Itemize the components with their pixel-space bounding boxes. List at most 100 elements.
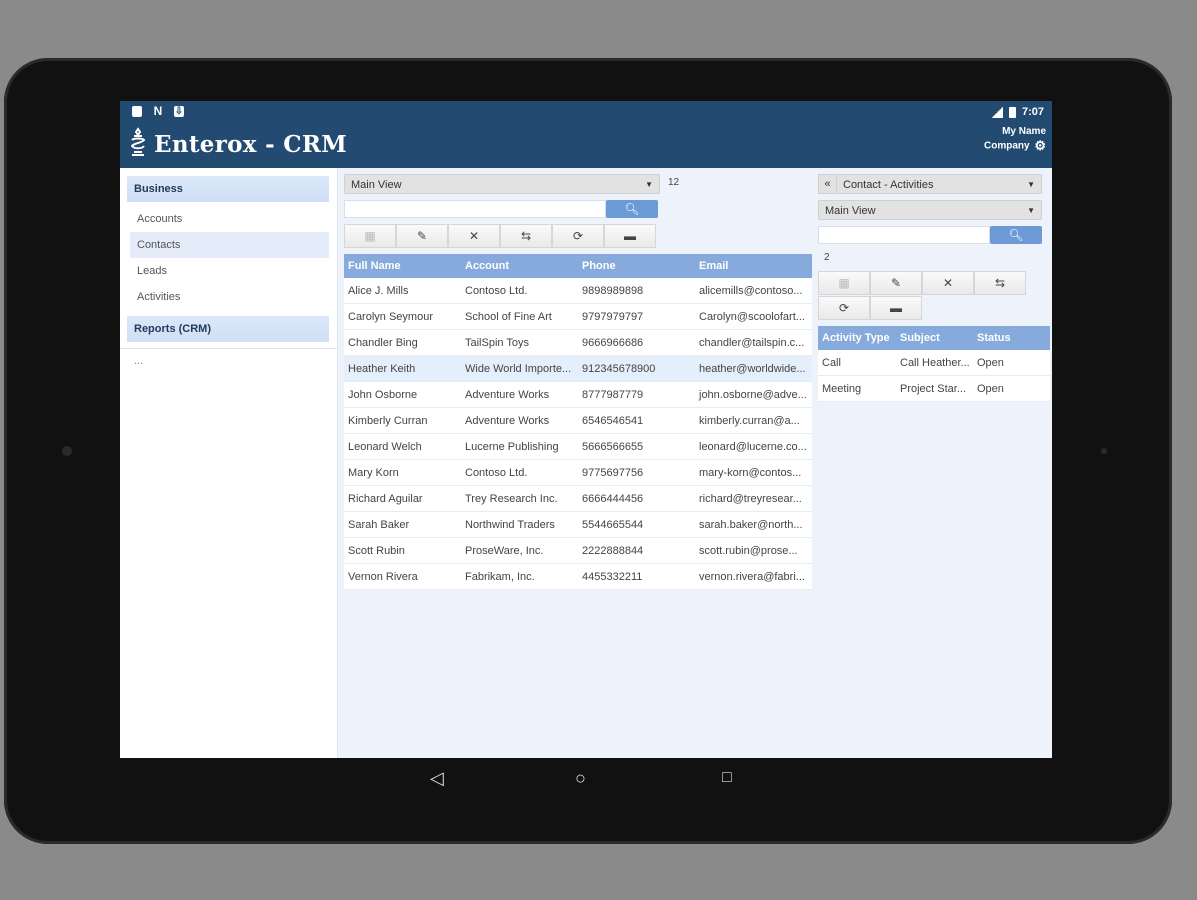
sidebar-item-accounts[interactable]: Accounts bbox=[130, 206, 329, 232]
activities-table: Activity Type Subject Status Call Call He… bbox=[818, 326, 1050, 402]
column-header-account[interactable]: Account bbox=[461, 254, 578, 278]
export-icon: ⇆ bbox=[520, 229, 532, 243]
cell-account: TailSpin Toys bbox=[461, 329, 578, 356]
cell-email: heather@worldwide... bbox=[695, 355, 812, 382]
activities-search-input[interactable] bbox=[818, 226, 990, 244]
table-row[interactable]: John Osborne Adventure Works 8777987779 joh… bbox=[344, 381, 812, 408]
entity-selector[interactable]: Contact - Activities ▼ bbox=[836, 174, 1042, 194]
table-row[interactable]: Meeting Project Star... Open bbox=[818, 375, 1050, 402]
cell-account: School of Fine Art bbox=[461, 303, 578, 330]
clock: 7:07 bbox=[1021, 106, 1044, 118]
cell-full-name: Carolyn Seymour bbox=[344, 303, 461, 330]
cell-phone: 9797979797 bbox=[578, 303, 695, 330]
cell-subject: Project Star... bbox=[896, 375, 973, 402]
home-icon[interactable]: ○ bbox=[575, 768, 586, 789]
sidebar-more[interactable]: ... bbox=[120, 349, 337, 367]
table-row[interactable]: Vernon Rivera Fabrikam, Inc. 4455332211 ver… bbox=[344, 563, 812, 590]
back-icon[interactable]: ◁ bbox=[430, 768, 444, 789]
cell-email: vernon.rivera@fabri... bbox=[695, 563, 812, 590]
cell-account: Adventure Works bbox=[461, 381, 578, 408]
table-row[interactable]: Alice J. Mills Contoso Ltd. 9898989898 alic… bbox=[344, 278, 812, 304]
activities-view-selector[interactable]: Main View ▼ bbox=[818, 200, 1042, 220]
cell-account: Lucerne Publishing bbox=[461, 433, 578, 460]
cell-phone: 5544665544 bbox=[578, 511, 695, 538]
new-icon: ▦ bbox=[838, 276, 850, 290]
delete-button[interactable]: ✕ bbox=[448, 224, 500, 248]
column-header-subject[interactable]: Subject bbox=[896, 326, 973, 350]
collapse-icon[interactable]: « bbox=[818, 174, 836, 194]
activities-new-button[interactable]: ▦ bbox=[818, 271, 870, 295]
more-button[interactable]: ▬ bbox=[604, 224, 656, 248]
activities-more-button[interactable]: ▬ bbox=[870, 296, 922, 320]
table-row[interactable]: Leonard Welch Lucerne Publishing 566656665… bbox=[344, 433, 812, 460]
cell-phone: 6546546541 bbox=[578, 407, 695, 434]
new-button[interactable]: ▦ bbox=[344, 224, 396, 248]
cell-account: Adventure Works bbox=[461, 407, 578, 434]
edit-icon: ✎ bbox=[416, 229, 428, 243]
table-header-row: Full Name Account Phone Email bbox=[344, 254, 812, 278]
sidebar-section-business[interactable]: Business bbox=[127, 176, 329, 202]
gear-icon[interactable]: ⚙ bbox=[1034, 139, 1046, 153]
column-header-full-name[interactable]: Full Name bbox=[344, 254, 461, 278]
search-button[interactable]: 🔍︎ bbox=[606, 200, 658, 218]
refresh-button[interactable]: ⟳ bbox=[552, 224, 604, 248]
column-header-email[interactable]: Email bbox=[695, 254, 812, 278]
cell-full-name: Vernon Rivera bbox=[344, 563, 461, 590]
cell-phone: 6666444456 bbox=[578, 485, 695, 512]
cell-email: john.osborne@adve... bbox=[695, 381, 812, 408]
view-selector[interactable]: Main View ▼ bbox=[344, 174, 660, 194]
table-row[interactable]: Mary Korn Contoso Ltd. 9775697756 mary-korn… bbox=[344, 459, 812, 486]
cell-activity-type: Meeting bbox=[818, 375, 896, 402]
table-row[interactable]: Richard Aguilar Trey Research Inc. 6666444… bbox=[344, 485, 812, 512]
cell-phone: 8777987779 bbox=[578, 381, 695, 408]
user-menu[interactable]: My Name Company ⚙ bbox=[984, 125, 1046, 154]
cell-account: ProseWare, Inc. bbox=[461, 537, 578, 564]
table-row[interactable]: Chandler Bing TailSpin Toys 9666966686 chan… bbox=[344, 329, 812, 356]
search-input[interactable] bbox=[344, 200, 606, 218]
activities-view-selector-value: Main View bbox=[825, 205, 876, 217]
cell-full-name: Heather Keith bbox=[344, 355, 461, 382]
android-nav-bar: ◁ ○ □ bbox=[120, 758, 1052, 803]
table-row[interactable]: Call Call Heather... Open bbox=[818, 350, 1050, 376]
cell-full-name: Chandler Bing bbox=[344, 329, 461, 356]
cell-email: alicemills@contoso... bbox=[695, 278, 812, 304]
column-header-status[interactable]: Status bbox=[973, 326, 1050, 350]
activities-export-button[interactable]: ⇆ bbox=[974, 271, 1026, 295]
table-row[interactable]: Scott Rubin ProseWare, Inc. 2222888844 scot… bbox=[344, 537, 812, 564]
sidebar-item-leads[interactable]: Leads bbox=[130, 258, 329, 284]
table-row[interactable]: Kimberly Curran Adventure Works 6546546541… bbox=[344, 407, 812, 434]
chevron-down-icon: ▼ bbox=[645, 180, 653, 189]
delete-icon: ✕ bbox=[468, 229, 480, 243]
content-area: Business Accounts Contacts Leads Activit… bbox=[120, 168, 1052, 758]
front-camera bbox=[62, 446, 72, 456]
table-row[interactable]: Sarah Baker Northwind Traders 5544665544 sa… bbox=[344, 511, 812, 538]
recents-icon[interactable]: □ bbox=[722, 769, 732, 787]
column-header-activity-type[interactable]: Activity Type bbox=[818, 326, 896, 350]
table-header-row: Activity Type Subject Status bbox=[818, 326, 1050, 350]
activities-delete-button[interactable]: ✕ bbox=[922, 271, 974, 295]
cell-account: Contoso Ltd. bbox=[461, 278, 578, 304]
activities-edit-button[interactable]: ✎ bbox=[870, 271, 922, 295]
app-title: Enterox - CRM bbox=[154, 131, 348, 158]
cell-phone: 912345678900 bbox=[578, 355, 695, 382]
sidebar-item-contacts[interactable]: Contacts bbox=[130, 232, 329, 258]
contacts-table: Full Name Account Phone Email Alice J. M… bbox=[344, 254, 812, 590]
company-name: Company bbox=[984, 140, 1030, 152]
cell-full-name: John Osborne bbox=[344, 381, 461, 408]
edit-button[interactable]: ✎ bbox=[396, 224, 448, 248]
column-header-phone[interactable]: Phone bbox=[578, 254, 695, 278]
activities-refresh-button[interactable]: ⟳ bbox=[818, 296, 870, 320]
sidebar-item-activities[interactable]: Activities bbox=[130, 284, 329, 310]
app-header: Enterox - CRM My Name Company ⚙ bbox=[120, 125, 1052, 168]
cell-full-name: Richard Aguilar bbox=[344, 485, 461, 512]
cell-account: Wide World Importe... bbox=[461, 355, 578, 382]
cell-full-name: Leonard Welch bbox=[344, 433, 461, 460]
sidebar-section-reports[interactable]: Reports (CRM) bbox=[127, 316, 329, 342]
cell-email: richard@treyresear... bbox=[695, 485, 812, 512]
table-row[interactable]: Heather Keith Wide World Importe... 912345… bbox=[344, 355, 812, 382]
contacts-list-panel: Main View ▼ 12 🔍︎ ▦ ✎ ✕ ⇆ ⟳ ▬ Full Name … bbox=[338, 168, 814, 758]
activities-search-button[interactable]: 🔍︎ bbox=[990, 226, 1042, 244]
export-button[interactable]: ⇆ bbox=[500, 224, 552, 248]
table-row[interactable]: Carolyn Seymour School of Fine Art 9797979… bbox=[344, 303, 812, 330]
cell-full-name: Mary Korn bbox=[344, 459, 461, 486]
